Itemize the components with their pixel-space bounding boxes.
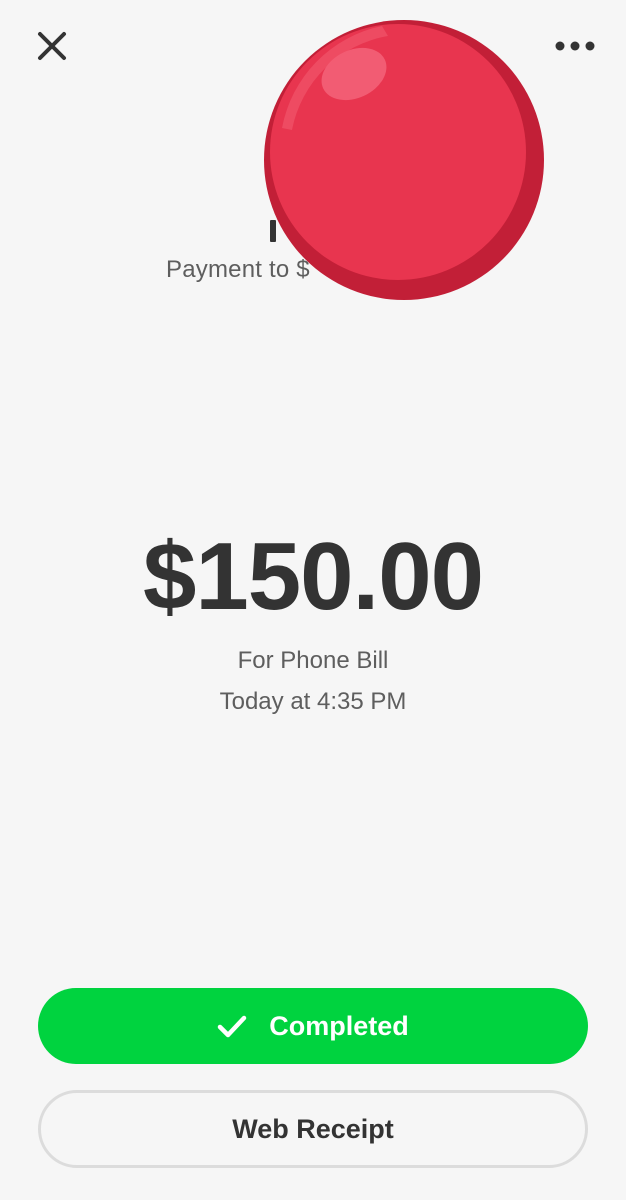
checkmark-icon [217,1014,247,1038]
completed-label: Completed [269,1010,409,1041]
web-receipt-label: Web Receipt [232,1113,394,1144]
redaction-circle [262,18,546,302]
payment-amount: $150.00 [142,523,484,630]
completed-status-button[interactable]: Completed [38,988,588,1064]
payee-section: Payment to $ [0,0,626,320]
payment-timestamp: Today at 4:35 PM [219,688,407,715]
payment-memo: For Phone Bill [237,647,389,674]
web-receipt-button[interactable]: Web Receipt [38,1090,588,1168]
